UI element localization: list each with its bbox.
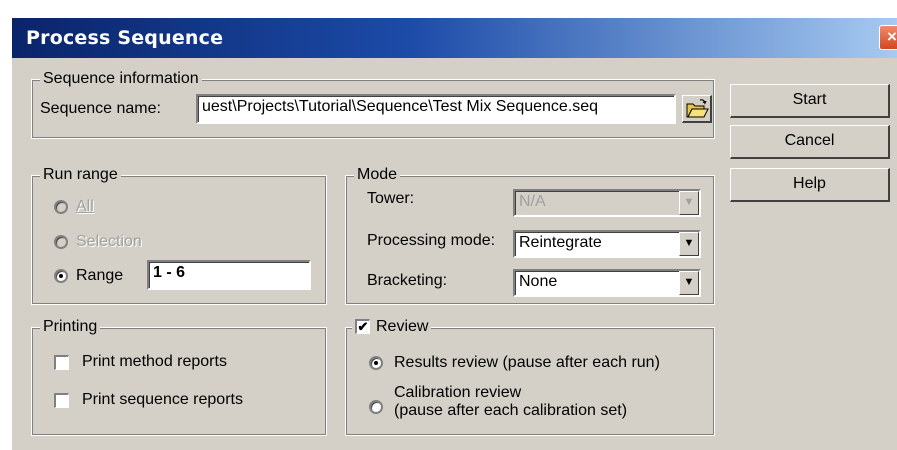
chevron-down-icon[interactable]: ▼ xyxy=(679,271,699,295)
print-method-reports-label: Print method reports xyxy=(82,353,227,370)
radio-selection-label: Selection xyxy=(76,233,142,250)
mode-group: Mode Tower: N/A ▼ Processing mode: Reint… xyxy=(345,166,715,305)
processing-mode-select[interactable]: Reintegrate ▼ xyxy=(513,230,701,258)
sequence-information-group: Sequence information Sequence name: uest… xyxy=(31,70,715,139)
radio-all[interactable] xyxy=(54,200,68,214)
title-bar[interactable]: Process Sequence × xyxy=(12,18,897,58)
calibration-review-sublabel: (pause after each calibration set) xyxy=(394,402,628,419)
bracketing-select[interactable]: None ▼ xyxy=(513,269,701,297)
review-legend: Review xyxy=(376,318,429,335)
processing-mode-value: Reintegrate xyxy=(519,234,602,251)
sequence-information-legend: Sequence information xyxy=(40,70,202,88)
print-sequence-reports-label: Print sequence reports xyxy=(82,391,243,408)
window-title: Process Sequence xyxy=(26,27,224,49)
chevron-down-icon[interactable]: ▼ xyxy=(679,232,699,256)
bracketing-value: None xyxy=(519,273,558,290)
chevron-down-icon: ▼ xyxy=(679,191,699,215)
browse-sequence-button[interactable] xyxy=(682,95,712,123)
printing-group: Printing Print method reports Print sequ… xyxy=(31,318,327,436)
tower-select: N/A ▼ xyxy=(513,189,701,217)
print-sequence-reports-checkbox[interactable] xyxy=(54,393,69,408)
review-legend-wrap: ✔ Review xyxy=(352,318,432,336)
run-range-legend: Run range xyxy=(40,166,121,184)
radio-results-review[interactable] xyxy=(369,356,383,370)
sequence-name-input[interactable]: uest\Projects\Tutorial\Sequence\Test Mix… xyxy=(196,94,676,124)
review-group: ✔ Review Results review (pause after eac… xyxy=(345,318,715,436)
radio-all-label: All xyxy=(76,198,94,215)
range-input[interactable]: 1 - 6 xyxy=(147,260,311,290)
folder-open-icon xyxy=(686,99,709,118)
radio-range-label: Range xyxy=(76,267,124,284)
start-button[interactable]: Start xyxy=(730,84,890,118)
close-button[interactable]: × xyxy=(879,25,897,50)
process-sequence-dialog: Sequence information Sequence name: uest… xyxy=(12,58,897,450)
help-button[interactable]: Help xyxy=(730,168,890,202)
radio-selection[interactable] xyxy=(54,235,68,249)
sequence-name-label: Sequence name: xyxy=(40,100,161,117)
bracketing-label: Bracketing: xyxy=(367,272,448,289)
radio-calibration-review[interactable] xyxy=(369,400,383,414)
cancel-button[interactable]: Cancel xyxy=(730,125,890,159)
processing-mode-label: Processing mode: xyxy=(367,232,496,249)
tower-value: N/A xyxy=(519,193,546,210)
mode-legend: Mode xyxy=(354,166,401,184)
results-review-label: Results review (pause after each run) xyxy=(394,354,660,371)
close-icon: × xyxy=(887,27,897,46)
radio-range[interactable] xyxy=(54,269,68,283)
printing-legend: Printing xyxy=(40,318,101,336)
calibration-review-label: Calibration review xyxy=(394,384,522,401)
review-checkbox[interactable]: ✔ xyxy=(355,319,370,334)
tower-label: Tower: xyxy=(367,190,415,207)
print-method-reports-checkbox[interactable] xyxy=(54,355,69,370)
checkmark-icon: ✔ xyxy=(357,319,369,334)
run-range-group: Run range All Selection Range 1 - 6 xyxy=(31,166,327,305)
